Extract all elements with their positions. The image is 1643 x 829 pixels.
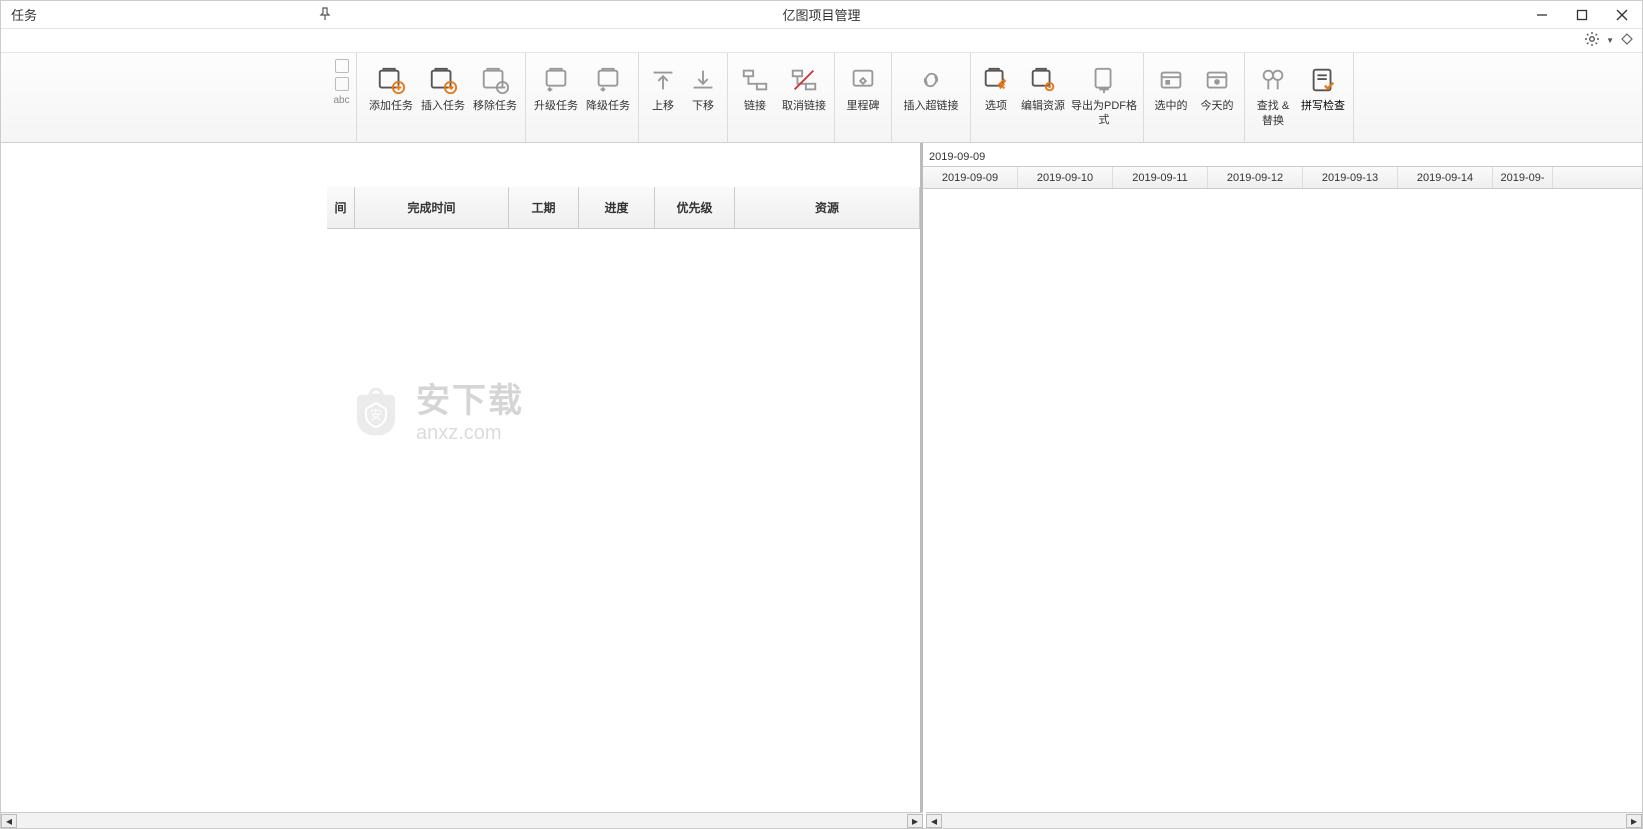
grid-header: 间 完成时间 工期 进度 优先级 资源 [327,187,920,229]
gantt-week-label: 2019-09-09 [923,147,1642,167]
gantt-date[interactable]: 2019-09-09 [923,167,1018,188]
svg-text:安: 安 [370,407,382,422]
panel-title: 任务 [1,5,47,24]
gantt-date[interactable]: 2019-09-13 [1303,167,1398,188]
ribbon-group-resources: 选项 编辑资源 导出为PDF格式 [971,53,1144,142]
goto-today-button[interactable]: 今天的 [1194,59,1240,113]
title-bar: 任务 亿图项目管理 [1,1,1642,29]
ribbon-group-goto: 选中的 今天的 [1144,53,1245,142]
gantt-date[interactable]: 2019-09-10 [1018,167,1113,188]
watermark: 安 安下载 anxz.com [346,373,524,445]
insert-task-button[interactable]: 插入任务 [417,59,469,113]
milestone-button[interactable]: 里程碑 [839,59,887,113]
upgrade-task-button[interactable]: 升级任务 [530,59,582,113]
window-controls [1522,1,1642,29]
col-resources[interactable]: 资源 [735,187,920,228]
scroll-right-icon[interactable]: ▸ [1626,814,1642,828]
content-split: 间 完成时间 工期 进度 优先级 资源 安 安下载 anxz.com 2019-… [1,143,1642,812]
move-up-button[interactable]: 上移 [643,59,683,113]
settings-dropdown-icon[interactable]: ▼ [1606,36,1614,45]
gantt-date[interactable]: 2019-09- [1493,167,1553,188]
link-button[interactable]: 链接 [732,59,778,113]
ribbon-toolbar: abc 添加任务 插入任务 移除任务 升级任务 降级任务 上移 [1,53,1642,143]
close-button[interactable] [1602,1,1642,29]
ribbon-group-hyperlink: 插入超链接 [892,53,971,142]
scroll-right-icon[interactable]: ▸ [907,814,923,828]
abc-label: abc [333,95,349,106]
goto-selected-button[interactable]: 选中的 [1148,59,1194,113]
ribbon-group-edit: 查找 & 替换 拼写检查 [1245,53,1354,142]
col-time-partial[interactable]: 间 [327,187,355,228]
dropdown-stub-icon[interactable] [335,77,349,91]
gantt-date-row: 2019-09-09 2019-09-10 2019-09-11 2019-09… [923,167,1642,189]
ribbon-stub: abc [327,53,357,143]
options-button[interactable]: 选项 [975,59,1017,113]
downgrade-task-button[interactable]: 降级任务 [582,59,634,113]
right-scrollbar[interactable]: ◂ ▸ [926,812,1642,828]
secondary-bar: ▼ [1,29,1642,53]
pin-icon[interactable] [319,7,331,21]
ribbon-group-move: 上移 下移 [639,53,728,142]
col-finish[interactable]: 完成时间 [355,187,509,228]
settings-gear-icon[interactable] [1584,31,1600,50]
col-duration[interactable]: 工期 [509,187,579,228]
export-pdf-button[interactable]: 导出为PDF格式 [1069,59,1139,127]
add-task-button[interactable]: 添加任务 [365,59,417,113]
insert-hyperlink-button[interactable]: 插入超链接 [896,59,966,113]
remove-task-button[interactable]: 移除任务 [469,59,521,113]
unlink-button[interactable]: 取消链接 [778,59,830,113]
task-grid-pane: 间 完成时间 工期 进度 优先级 资源 安 安下载 anxz.com [1,143,923,812]
maximize-button[interactable] [1562,1,1602,29]
move-down-button[interactable]: 下移 [683,59,723,113]
gantt-date[interactable]: 2019-09-11 [1113,167,1208,188]
ribbon-group-tasks: 添加任务 插入任务 移除任务 [361,53,526,142]
col-priority[interactable]: 优先级 [655,187,735,228]
left-scrollbar[interactable]: ◂ ▸ [1,812,923,828]
find-replace-button[interactable]: 查找 & 替换 [1249,59,1297,128]
gantt-pane: 2019-09-09 2019-09-09 2019-09-10 2019-09… [923,143,1642,812]
app-title: 亿图项目管理 [782,5,860,24]
col-progress[interactable]: 进度 [579,187,655,228]
gantt-date[interactable]: 2019-09-12 [1208,167,1303,188]
dropdown-stub-icon[interactable] [335,59,349,73]
edit-resources-button[interactable]: 编辑资源 [1017,59,1069,113]
gantt-date[interactable]: 2019-09-14 [1398,167,1493,188]
ribbon-group-indent: 升级任务 降级任务 [526,53,639,142]
minimize-button[interactable] [1522,1,1562,29]
spell-check-button[interactable]: 拼写检查 [1297,59,1349,113]
ribbon-group-milestone: 里程碑 [835,53,892,142]
scroll-left-icon[interactable]: ◂ [926,814,942,828]
collapse-ribbon-icon[interactable] [1620,32,1634,49]
ribbon-group-link: 链接 取消链接 [728,53,835,142]
scroll-left-icon[interactable]: ◂ [1,814,17,828]
